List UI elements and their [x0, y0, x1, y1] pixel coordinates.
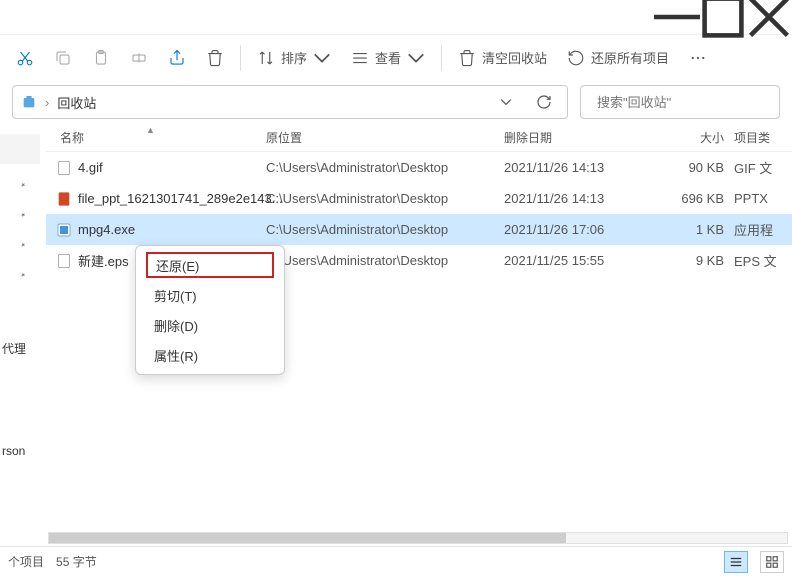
- file-location: C:\Users\Administrator\Desktop: [266, 191, 504, 206]
- cut-icon[interactable]: [6, 40, 44, 76]
- pin-icon[interactable]: [0, 230, 46, 260]
- refresh-button[interactable]: [529, 87, 559, 117]
- scrollbar-thumb[interactable]: [49, 533, 566, 543]
- file-icon: [56, 191, 72, 207]
- file-icon: [56, 160, 72, 176]
- delete-icon[interactable]: [196, 40, 234, 76]
- horizontal-scrollbar[interactable]: [48, 532, 788, 544]
- toolbar: 排序 查看 清空回收站 还原所有项目: [0, 34, 792, 80]
- file-size: 90 KB: [666, 160, 734, 175]
- chevron-down-icon: [407, 49, 425, 67]
- file-name: 新建.eps: [78, 251, 129, 270]
- table-row[interactable]: mpg4.exe C:\Users\Administrator\Desktop …: [46, 214, 792, 245]
- file-date: 2021/11/26 14:13: [504, 191, 666, 206]
- sidebar-text[interactable]: 代理: [2, 340, 26, 357]
- separator: [441, 45, 442, 71]
- sort-button[interactable]: 排序: [247, 40, 341, 76]
- sidebar-text[interactable]: rson: [2, 444, 25, 458]
- col-date[interactable]: 删除日期: [504, 129, 666, 146]
- table-row[interactable]: 4.gif C:\Users\Administrator\Desktop 202…: [46, 152, 792, 183]
- column-headers: 名称▲ 原位置 删除日期 大小 项目类: [46, 124, 792, 152]
- address-bar[interactable]: › 回收站: [12, 85, 568, 119]
- restore-all-button[interactable]: 还原所有项目: [557, 40, 679, 76]
- pin-icon[interactable]: [0, 170, 46, 200]
- crumb-sep: ›: [45, 95, 49, 110]
- table-row[interactable]: file_ppt_1621301741_289e2e143... C:\User…: [46, 183, 792, 214]
- empty-label: 清空回收站: [482, 48, 547, 67]
- file-icon: [56, 253, 72, 269]
- more-button[interactable]: [679, 40, 717, 76]
- pin-icon[interactable]: [0, 260, 46, 290]
- details-view-button[interactable]: [724, 551, 748, 573]
- sidebar-item[interactable]: [0, 134, 40, 164]
- file-date: 2021/11/25 15:55: [504, 253, 666, 268]
- col-type[interactable]: 项目类: [734, 129, 792, 146]
- status-bytes: 55 字节: [56, 553, 97, 570]
- view-label: 查看: [375, 48, 401, 67]
- sidebar: 代理 rson: [0, 124, 46, 546]
- file-location: C:\Users\Administrator\Desktop: [266, 222, 504, 237]
- dropdown-button[interactable]: [491, 87, 521, 117]
- col-location[interactable]: 原位置: [266, 129, 504, 146]
- file-date: 2021/11/26 17:06: [504, 222, 666, 237]
- view-button[interactable]: 查看: [341, 40, 435, 76]
- file-size: 9 KB: [666, 253, 734, 268]
- copy-icon[interactable]: [44, 40, 82, 76]
- title-bar: [0, 0, 792, 34]
- ctx-cut[interactable]: 剪切(T): [136, 280, 284, 310]
- separator: [240, 45, 241, 71]
- chevron-down-icon: [313, 49, 331, 67]
- rename-icon[interactable]: [120, 40, 158, 76]
- restore-all-label: 还原所有项目: [591, 48, 669, 67]
- ctx-delete[interactable]: 删除(D): [136, 310, 284, 340]
- share-icon[interactable]: [158, 40, 196, 76]
- file-icon: [56, 222, 72, 238]
- sort-indicator: ▲: [146, 125, 155, 135]
- file-date: 2021/11/26 14:13: [504, 160, 666, 175]
- search-input[interactable]: [597, 95, 773, 110]
- file-name: mpg4.exe: [78, 222, 135, 237]
- status-items: 个项目: [8, 553, 44, 570]
- breadcrumb-location[interactable]: 回收站: [57, 93, 96, 112]
- maximize-button[interactable]: [700, 0, 746, 34]
- context-menu: 还原(E) 剪切(T) 删除(D) 属性(R): [135, 245, 285, 375]
- sort-label: 排序: [281, 48, 307, 67]
- close-button[interactable]: [746, 0, 792, 34]
- paste-icon[interactable]: [82, 40, 120, 76]
- col-name[interactable]: 名称▲: [46, 129, 266, 146]
- address-bar-row: › 回收站: [0, 80, 792, 124]
- tiles-view-button[interactable]: [760, 551, 784, 573]
- col-size[interactable]: 大小: [666, 129, 734, 146]
- file-size: 1 KB: [666, 222, 734, 237]
- file-type: 应用程: [734, 220, 792, 239]
- file-size: 696 KB: [666, 191, 734, 206]
- search-box[interactable]: [580, 85, 780, 119]
- ctx-restore[interactable]: 还原(E): [146, 252, 274, 278]
- pin-icon[interactable]: [0, 200, 46, 230]
- file-type: GIF 文: [734, 158, 792, 177]
- file-location: C:\Users\Administrator\Desktop: [266, 160, 504, 175]
- ctx-properties[interactable]: 属性(R): [136, 340, 284, 370]
- recycle-bin-icon: [21, 94, 37, 110]
- file-location: C:\Users\Administrator\Desktop: [266, 253, 504, 268]
- file-name: 4.gif: [78, 160, 103, 175]
- minimize-button[interactable]: [654, 0, 700, 34]
- file-type: PPTX: [734, 191, 792, 206]
- empty-recycle-button[interactable]: 清空回收站: [448, 40, 557, 76]
- file-name: file_ppt_1621301741_289e2e143...: [78, 191, 283, 206]
- status-bar: 个项目 55 字节: [0, 546, 792, 576]
- file-type: EPS 文: [734, 251, 792, 270]
